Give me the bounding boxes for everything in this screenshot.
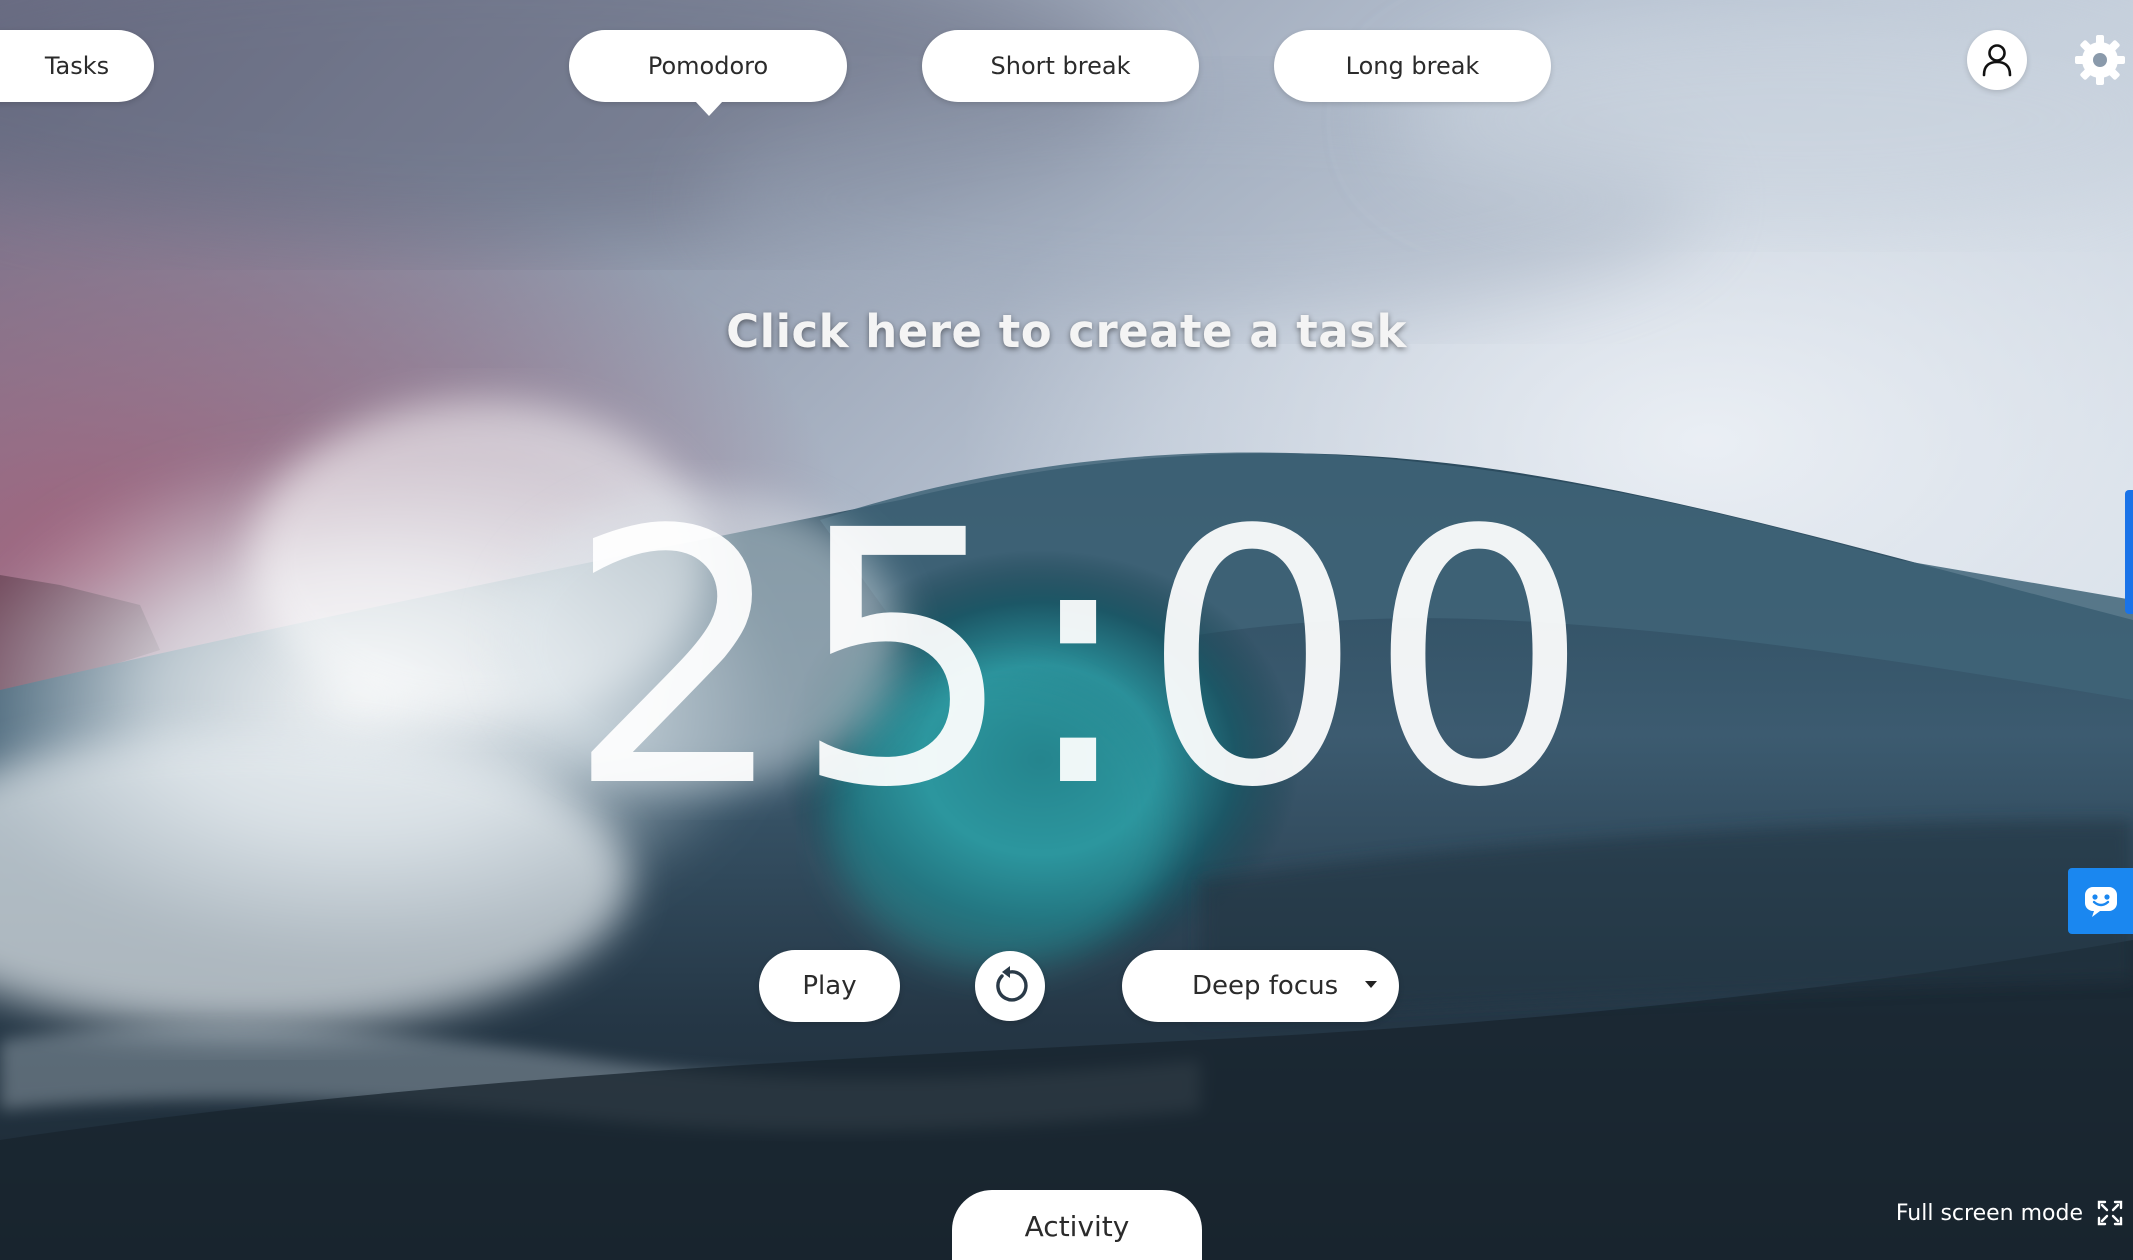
fullscreen-label: Full screen mode <box>1895 1200 2083 1226</box>
reset-icon <box>996 966 1028 1002</box>
tab-short-break[interactable]: Short break <box>922 30 1199 102</box>
play-button[interactable]: Play <box>759 950 900 1022</box>
tab-pomodoro[interactable]: Pomodoro <box>569 30 847 116</box>
tab-short-break-label: Short break <box>990 52 1131 80</box>
tab-long-break-label: Long break <box>1345 52 1480 80</box>
tab-long-break[interactable]: Long break <box>1274 30 1551 102</box>
play-label: Play <box>802 971 857 1001</box>
side-panel-tab[interactable] <box>2125 490 2133 614</box>
focus-mode-value: Deep focus <box>1192 971 1339 1001</box>
tab-pomodoro-label: Pomodoro <box>647 52 769 80</box>
tasks-label: Tasks <box>44 52 110 80</box>
reset-button[interactable] <box>975 951 1045 1021</box>
chevron-down-icon <box>1365 981 1377 988</box>
chat-support-button[interactable] <box>2068 868 2133 934</box>
user-icon <box>1982 44 2012 77</box>
chat-icon <box>2084 887 2117 917</box>
tasks-button[interactable]: Tasks <box>0 30 154 102</box>
focus-mode-select[interactable]: Deep focus <box>1122 950 1399 1022</box>
gear-icon <box>2075 35 2125 85</box>
fullscreen-toggle[interactable]: Full screen mode <box>1896 1200 2123 1226</box>
timer-display: 25:00 <box>565 456 1595 864</box>
settings-button[interactable] <box>2070 30 2130 90</box>
activity-button[interactable]: Activity <box>952 1190 1202 1260</box>
expand-icon <box>2097 1200 2123 1226</box>
activity-label: Activity <box>1024 1210 1130 1243</box>
create-task-prompt[interactable]: Click here to create a task <box>0 305 2133 358</box>
user-account-button[interactable] <box>1967 30 2027 90</box>
